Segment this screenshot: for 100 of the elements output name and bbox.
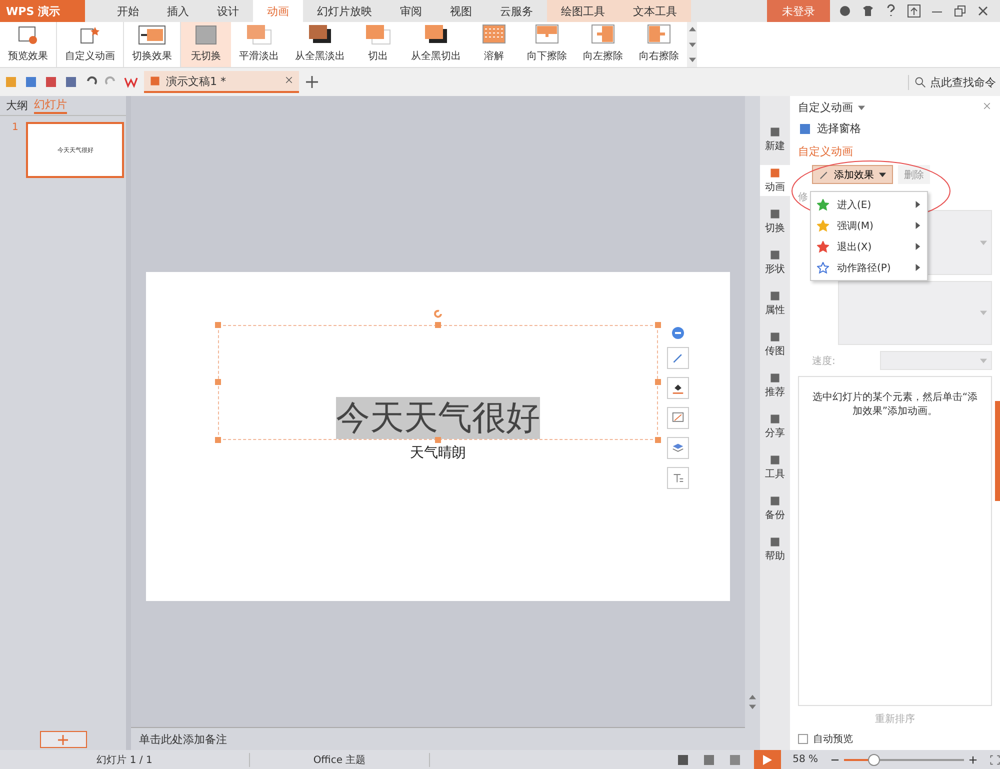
menu-item[interactable]: 动作路径(P) (811, 257, 927, 278)
auto-preview-checkbox[interactable] (798, 734, 808, 744)
slide-subtitle: 天气晴朗 (409, 444, 467, 462)
restore-icon[interactable] (953, 4, 967, 18)
side-panel-button[interactable]: 动画 (760, 165, 790, 196)
search-icon[interactable] (914, 76, 926, 88)
ribbon-tab[interactable]: 视图 (436, 0, 486, 22)
ribbon-tab[interactable]: 文本工具 (619, 0, 691, 22)
ribbon-button[interactable]: 预览效果 (0, 22, 57, 67)
gallery-scroll[interactable] (687, 22, 697, 67)
pencil-icon[interactable] (819, 170, 829, 180)
resize-handle[interactable] (215, 322, 221, 328)
notes-field[interactable]: 单击此处添加备注 (131, 727, 745, 750)
pencil-icon[interactable] (672, 352, 684, 364)
expand-icon (688, 56, 696, 63)
side-panel-button[interactable]: 新建 (760, 124, 790, 155)
ribbon-button[interactable]: 溶解 (469, 22, 519, 67)
ribbon-button[interactable]: 无切换 (181, 22, 231, 67)
layers-button[interactable] (667, 437, 689, 459)
slideshow-button[interactable] (754, 750, 781, 769)
menu-item[interactable]: 退出(X) (811, 236, 927, 257)
side-panel-button[interactable]: 传图 (760, 329, 790, 360)
resize-handle[interactable] (435, 437, 441, 443)
ribbon-button[interactable]: 平滑淡出 (231, 22, 287, 67)
ribbon-tab[interactable]: 设计 (203, 0, 253, 22)
submenu-arrow-icon (914, 243, 921, 250)
ribbon-tab[interactable]: 审阅 (386, 0, 436, 22)
text-box[interactable]: 今天天气很好 (218, 325, 658, 440)
side-panel-button[interactable]: 帮助 (760, 534, 790, 565)
dropdown-field[interactable] (838, 280, 992, 345)
ribbon-tab[interactable]: 开始 (103, 0, 153, 22)
side-panel-button[interactable]: 分享 (760, 411, 790, 442)
plus-icon[interactable] (305, 75, 319, 89)
resize-handle[interactable] (215, 379, 221, 385)
dropdown-field[interactable] (880, 351, 992, 370)
ribbon-tab[interactable]: 幻灯片放映 (303, 0, 386, 22)
slide-number: 1 (12, 122, 18, 135)
panel-tab[interactable]: 大纲 (6, 98, 28, 113)
scroll-down-icon (688, 41, 696, 48)
side-panel-button[interactable]: 工具 (760, 452, 790, 483)
shirt-icon[interactable] (861, 4, 875, 18)
reorder-label: 重新排序 (875, 712, 915, 726)
play-icon (762, 754, 772, 764)
ribbon-button[interactable]: 向左擦除 (575, 22, 631, 67)
ribbon-button[interactable]: 从全黑切出 (403, 22, 469, 67)
text-wrap-button[interactable] (667, 467, 689, 489)
layers-icon[interactable] (672, 442, 684, 454)
close-icon[interactable] (976, 4, 990, 18)
ribbon-button[interactable]: 从全黑淡出 (287, 22, 353, 67)
line-icon[interactable] (672, 412, 684, 424)
submenu-arrow-icon (914, 201, 921, 208)
caret-icon (980, 357, 987, 364)
caret-icon (858, 104, 865, 111)
window-pin-icon[interactable] (907, 4, 921, 18)
add-effect-button[interactable]: 添加效果 (812, 165, 893, 184)
resize-handle[interactable] (655, 437, 661, 443)
select-pane-link[interactable]: 选择窗格 (817, 121, 861, 136)
resize-handle[interactable] (435, 322, 441, 328)
ribbon-button[interactable]: 自定义动画 (57, 22, 124, 67)
search-command-field[interactable]: 点此查找命令 (908, 74, 996, 90)
side-panel-button[interactable]: 属性 (760, 288, 790, 319)
close-icon[interactable] (982, 101, 992, 111)
section-title: 自定义动画 (798, 144, 854, 159)
ribbon-tab[interactable]: 插入 (153, 0, 203, 22)
pane-title[interactable]: 自定义动画 (798, 100, 853, 115)
slide-counter: 幻灯片 1 / 1 (0, 752, 250, 766)
resize-handle[interactable] (655, 322, 661, 328)
ribbon-button[interactable]: 向右擦除 (631, 22, 687, 67)
scroll-up-icon (749, 694, 756, 701)
outline-button[interactable] (667, 407, 689, 429)
add-slide-button[interactable] (40, 731, 86, 748)
resize-handle[interactable] (655, 379, 661, 385)
menu-item[interactable]: 强调(M) (811, 215, 927, 236)
submenu-arrow-icon (914, 222, 921, 229)
side-panel-button[interactable]: 备份 (760, 493, 790, 524)
text-wrap-icon[interactable] (672, 472, 684, 484)
caret-icon (879, 171, 886, 178)
caret-icon (980, 238, 987, 246)
side-panel-button[interactable]: 形状 (760, 247, 790, 278)
rotate-handle-icon[interactable] (432, 308, 444, 320)
close-icon[interactable] (284, 74, 294, 84)
ribbon-tab[interactable]: 绘图工具 (547, 0, 619, 22)
ribbon-button[interactable]: 切出 (353, 22, 403, 67)
side-panel-button[interactable]: 切换 (760, 206, 790, 237)
edit-shape-button[interactable] (667, 347, 689, 369)
fit-window-icon[interactable] (990, 754, 1000, 764)
resize-handle[interactable] (215, 437, 221, 443)
side-panel-button[interactable]: 推荐 (760, 370, 790, 401)
wps-logo-icon[interactable] (124, 75, 138, 89)
menu-item[interactable]: 进入(E) (811, 194, 927, 215)
vertical-scrollbar[interactable] (745, 96, 760, 750)
ribbon-button[interactable]: 向下擦除 (519, 22, 575, 67)
fill-button[interactable] (667, 377, 689, 399)
ribbon-tab[interactable]: 云服务 (486, 0, 547, 22)
document-tab[interactable]: 演示文稿1 * (144, 71, 299, 93)
paint-bucket-icon[interactable] (672, 382, 684, 394)
zoom-thumb[interactable] (868, 754, 880, 766)
theme-name: Office 主题 (250, 752, 430, 766)
zoom-in-icon[interactable] (968, 754, 978, 764)
collapse-icon[interactable] (672, 327, 684, 339)
